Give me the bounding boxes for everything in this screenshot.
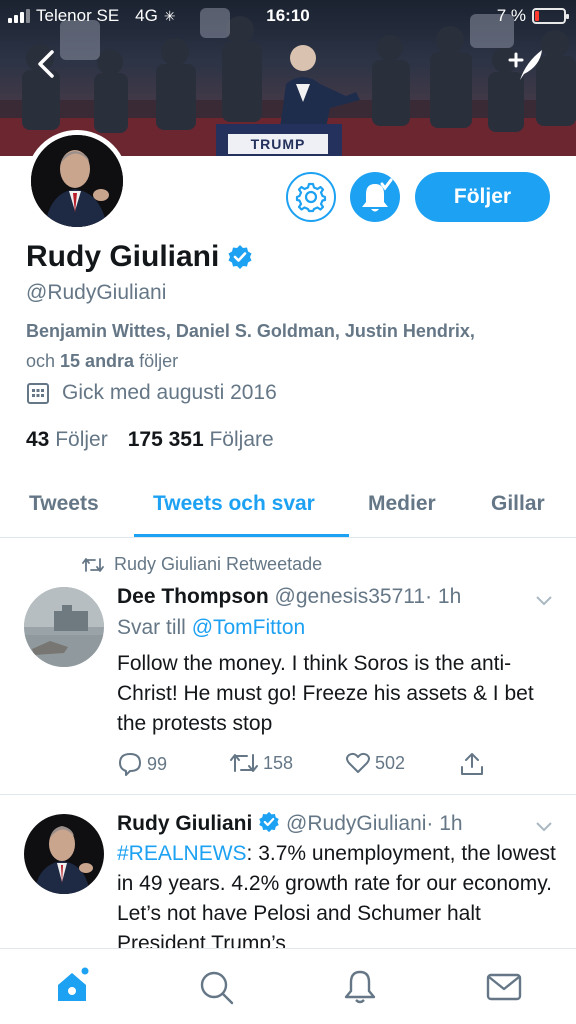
profile-name-row: Rudy Giuliani	[26, 240, 253, 274]
chevron-down-icon[interactable]	[534, 819, 554, 833]
tweet-author-name[interactable]: Dee Thompson	[117, 585, 269, 608]
heart-icon	[346, 752, 370, 773]
tweet-avatar[interactable]	[24, 587, 104, 667]
battery-percent: 7 %	[496, 6, 526, 25]
messages-mail-icon[interactable]	[484, 967, 524, 1007]
followed-by-suffix: följer	[134, 351, 179, 371]
status-bar: Telenor SE 4G ✳ 16:10 7 %	[0, 0, 576, 34]
followed-by-prefix: och	[26, 351, 61, 371]
tweet-time: · 1h	[425, 585, 462, 608]
followed-by-count: 15 andra	[60, 351, 135, 371]
active-tab-indicator	[134, 534, 349, 537]
tweet-actions: 99 158 502	[117, 751, 497, 781]
calendar-icon	[27, 383, 49, 404]
podium-sign: TRUMP	[250, 136, 306, 152]
followed-by-text[interactable]: Benjamin Wittes, Daniel S. Goldman, Just…	[26, 316, 556, 376]
retweet-context: Rudy Giuliani Retweetade	[82, 554, 322, 575]
bell-check-icon	[362, 178, 393, 212]
tab-tweets[interactable]: Tweets	[29, 492, 99, 516]
back-chevron-icon[interactable]	[32, 46, 62, 82]
share-icon	[461, 753, 483, 775]
tweet-header: Rudy Giuliani @RudyGiuliani· 1h	[117, 811, 463, 836]
followers-label: Följare	[209, 428, 274, 451]
tweet-item[interactable]: Rudy Giuliani @RudyGiuliani· 1h #REALNEW…	[0, 796, 576, 948]
followers-count-link[interactable]: 175 351 Följare	[128, 428, 274, 452]
profile-avatar[interactable]	[26, 130, 128, 232]
reply-action[interactable]: 99	[117, 751, 167, 777]
tweet-author-handle: @RudyGiuliani	[286, 812, 427, 835]
tweet-text: Follow the money. I think Soros is the a…	[117, 652, 534, 735]
tweet-text: #REALNEWS: 3.7% unemployment, the lowest…	[117, 839, 557, 948]
following-count: 43	[26, 428, 50, 451]
retweet-icon	[82, 557, 104, 572]
joined-row: Gick med augusti 2016	[26, 381, 277, 405]
like-count: 502	[375, 752, 406, 773]
tweet-time: · 1h	[426, 812, 463, 835]
chevron-down-icon[interactable]	[534, 593, 554, 607]
tweet-header: Dee Thompson @genesis35711· 1h	[117, 585, 461, 609]
settings-button[interactable]	[286, 172, 336, 222]
following-count-link[interactable]: 43 Följer	[26, 428, 108, 452]
verified-badge-icon	[228, 245, 252, 269]
tab-likes[interactable]: Gillar	[491, 492, 545, 516]
joined-date: Gick med augusti 2016	[62, 381, 277, 404]
gear-icon	[295, 182, 327, 213]
compose-icon[interactable]	[506, 44, 546, 84]
tweet-author-handle: @genesis35711	[274, 585, 426, 608]
hashtag-link[interactable]: #REALNEWS	[117, 842, 247, 865]
followed-by-names: Benjamin Wittes, Daniel S. Goldman, Just…	[26, 321, 475, 341]
profile-tabs: Tweets Tweets och svar Medier Gillar	[0, 476, 576, 538]
tweet-author-name[interactable]: Rudy Giuliani	[117, 812, 252, 835]
reply-count: 99	[147, 753, 168, 774]
tweet-avatar[interactable]	[24, 814, 104, 894]
search-icon[interactable]	[196, 967, 236, 1007]
following-button[interactable]: Följer	[415, 172, 550, 222]
reply-icon	[119, 753, 141, 776]
notifications-toggle-button[interactable]	[350, 172, 400, 222]
bottom-navigation	[0, 948, 576, 1024]
retweet-label: Rudy Giuliani Retweetade	[114, 554, 323, 574]
following-label: Följer	[55, 428, 108, 451]
tab-media[interactable]: Medier	[368, 492, 436, 516]
tab-tweets-and-replies[interactable]: Tweets och svar	[153, 492, 315, 516]
battery-icon	[532, 8, 569, 24]
retweet-icon	[230, 754, 258, 772]
followers-count: 175 351	[127, 428, 204, 451]
profile-name: Rudy Giuliani	[26, 240, 220, 273]
share-action[interactable]	[459, 751, 485, 777]
notifications-bell-icon[interactable]	[340, 967, 380, 1007]
retweet-count: 158	[263, 752, 294, 773]
reply-to-link[interactable]: @TomFitton	[192, 616, 306, 639]
tweet-item[interactable]: Rudy Giuliani Retweetade Dee Thompson @g…	[0, 539, 576, 795]
verified-badge-icon	[259, 811, 279, 833]
status-time: 16:10	[266, 6, 310, 25]
reply-to-line: Svar till @TomFitton	[117, 616, 305, 640]
reply-to-prefix: Svar till	[117, 616, 192, 639]
profile-handle: @RudyGiuliani	[26, 281, 167, 304]
retweet-action[interactable]: 158	[229, 751, 293, 775]
home-icon[interactable]	[52, 967, 92, 1007]
follow-counts: 43 Följer 175 351 Följare	[26, 428, 274, 452]
like-action[interactable]: 502	[345, 751, 405, 775]
